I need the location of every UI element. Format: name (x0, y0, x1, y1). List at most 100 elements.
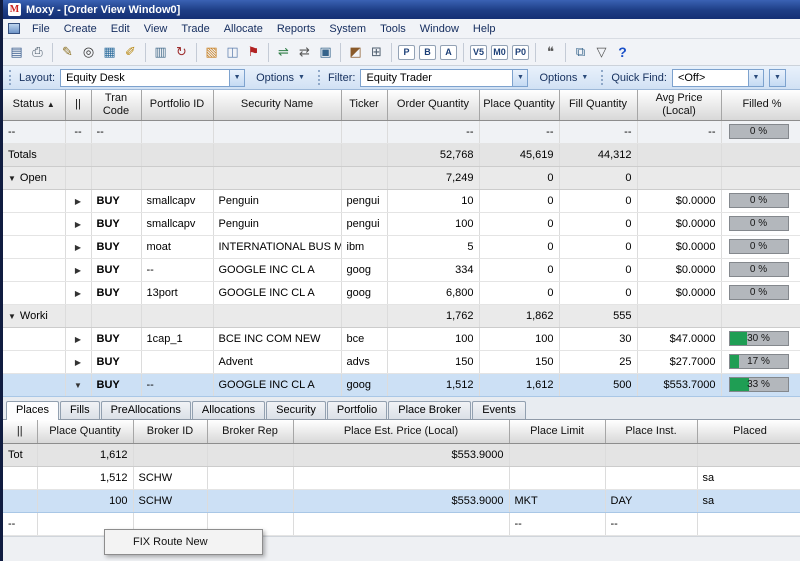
grip-handle[interactable] (601, 70, 604, 85)
save-icon[interactable]: ▤ (6, 42, 27, 63)
tab-preallocations[interactable]: PreAllocations (100, 400, 191, 419)
tab-place-broker[interactable]: Place Broker (388, 400, 472, 419)
m0-icon[interactable]: M0 (491, 44, 508, 60)
menu-window[interactable]: Window (413, 20, 466, 38)
monitor-icon[interactable]: ▣ (315, 42, 336, 63)
a-letter-icon[interactable]: A (440, 44, 457, 60)
order-row[interactable]: ▶ BUY 13port GOOGLE INC CL Agoog 6,800 0 0 $0.0… (3, 281, 800, 305)
chevron-down-icon[interactable]: ▼ (229, 69, 245, 86)
refresh-icon[interactable]: ↻ (171, 42, 192, 63)
places-col-broker-rep[interactable]: Broker Rep (207, 419, 294, 444)
group-row[interactable]: ▼ Worki 1,762 1,862 555 (3, 304, 800, 328)
flag-icon[interactable]: ⚑ (243, 42, 264, 63)
order-row[interactable]: ▼ BUY -- GOOGLE INC CL Agoog 1,512 1,612 500 $5… (3, 373, 800, 397)
orders-col-portfolio-id[interactable]: Portfolio ID (141, 90, 214, 121)
order-row[interactable]: ▶ BUY -- GOOGLE INC CL Agoog 334 0 0 $0.0000 0 % (3, 258, 800, 282)
print-icon[interactable]: ⎙ (27, 42, 48, 63)
comment-icon[interactable]: ❝ (540, 42, 561, 63)
expand-arrow-icon[interactable]: ▶ (75, 266, 81, 275)
places-col-place-limit[interactable]: Place Limit (509, 419, 606, 444)
tab-allocations[interactable]: Allocations (191, 400, 266, 419)
collapse-arrow-icon[interactable]: ▼ (74, 381, 82, 390)
orders-col-order-quantity[interactable]: Order Quantity (387, 90, 480, 121)
order-row[interactable]: ▶ BUY smallcapv Penguin pengui 10 0 0 $0.0000 0 % (3, 189, 800, 213)
orders-col-status[interactable]: Status ▲ (3, 90, 66, 121)
grip-handle[interactable] (317, 70, 321, 85)
places-col--[interactable]: || (3, 419, 38, 444)
context-menu-item-fix-route-new[interactable]: FIX Route New (105, 532, 262, 552)
place-row[interactable]: Tot 1,612 $553.9000 (3, 443, 800, 467)
tab-places[interactable]: Places (6, 400, 60, 420)
expand-arrow-icon[interactable]: ▶ (75, 243, 81, 252)
totals-row[interactable]: Totals 52,768 45,619 44,312 (3, 143, 800, 167)
chevron-down-icon[interactable]: ▼ (769, 69, 785, 86)
v5-icon[interactable]: V5 (470, 44, 487, 60)
quick-find-select[interactable]: <Off> ▼ (671, 68, 764, 87)
tab-portfolio[interactable]: Portfolio (326, 400, 388, 419)
layout-select[interactable]: Equity Desk ▼ (60, 68, 246, 87)
tab-events[interactable]: Events (472, 400, 526, 419)
order-row[interactable]: ▶ BUY Advent advs 150 150 25 $27.7000 17 % (3, 350, 800, 374)
p-letter-icon[interactable]: P (398, 44, 415, 60)
expand-arrow-icon[interactable]: ▶ (75, 197, 81, 206)
filter-icon[interactable]: ▽ (591, 42, 612, 63)
tab-fills[interactable]: Fills (60, 400, 100, 419)
find-icon[interactable]: ◎ (78, 42, 99, 63)
document-icon[interactable]: ▧ (201, 42, 222, 63)
menu-allocate[interactable]: Allocate (217, 20, 270, 38)
menu-edit[interactable]: Edit (104, 20, 137, 38)
filter-select[interactable]: Equity Trader ▼ (360, 68, 529, 87)
expand-arrow-icon[interactable]: ▶ (75, 335, 81, 344)
places-col-placed[interactable]: Placed (697, 419, 800, 444)
menu-trade[interactable]: Trade (174, 20, 216, 38)
worksheet-icon[interactable]: ▦ (99, 42, 120, 63)
orders-col-avg-price-local-[interactable]: Avg Price (Local) (637, 90, 722, 121)
orders-col-fill-quantity[interactable]: Fill Quantity (559, 90, 638, 121)
design-icon[interactable]: ✐ (120, 42, 141, 63)
orders-col-tran-code[interactable]: Tran Code (91, 90, 142, 121)
grip-handle[interactable] (9, 70, 12, 85)
collapse-arrow-icon[interactable]: ▼ (8, 174, 16, 183)
title-bar[interactable]: M Moxy - [Order View Window0] (3, 0, 800, 19)
toolbar-overflow-select[interactable]: ▼ (768, 68, 786, 87)
menu-tools[interactable]: Tools (373, 20, 413, 38)
orders-col-place-quantity[interactable]: Place Quantity (479, 90, 560, 121)
p0-icon[interactable]: P0 (512, 44, 529, 60)
menu-file[interactable]: File (25, 20, 57, 38)
order-row[interactable]: ▶ BUY 1cap_1 BCE INC COM NEW bce 100 100 30 $47.… (3, 327, 800, 351)
menu-view[interactable]: View (137, 20, 175, 38)
menu-reports[interactable]: Reports (270, 20, 323, 38)
place-row[interactable]: 100 SCHW $553.9000 MKT DAY sa (3, 489, 800, 513)
collapse-arrow-icon[interactable]: ▼ (8, 312, 16, 321)
places-col-place-inst-[interactable]: Place Inst. (605, 419, 698, 444)
orders-col--[interactable]: || (65, 90, 92, 121)
allocate-icon[interactable]: ⇌ (273, 42, 294, 63)
edit-icon[interactable]: ✎ (57, 42, 78, 63)
menu-create[interactable]: Create (57, 20, 104, 38)
orders-col-filled-[interactable]: Filled % (721, 90, 800, 121)
calculator-icon[interactable]: ⊞ (366, 42, 387, 63)
places-col-broker-id[interactable]: Broker ID (133, 419, 208, 444)
menu-help[interactable]: Help (466, 20, 503, 38)
expand-arrow-icon[interactable]: ▶ (75, 220, 81, 229)
report-window-icon[interactable]: ⧉ (570, 42, 591, 63)
places-col-place-quantity[interactable]: Place Quantity (37, 419, 134, 444)
child-window-icon[interactable] (8, 23, 20, 34)
filter-options-button[interactable]: Options ▼ (533, 70, 594, 86)
b-letter-icon[interactable]: B (419, 44, 436, 60)
places-col-place-est-price-local-[interactable]: Place Est. Price (Local) (293, 419, 510, 444)
expand-arrow-icon[interactable]: ▶ (75, 289, 81, 298)
help-icon[interactable]: ? (612, 42, 633, 63)
notebook-icon[interactable]: ◫ (222, 42, 243, 63)
tab-security[interactable]: Security (266, 400, 326, 419)
placeholder-row[interactable]: -- -- -- -- -- -- -- 0 % (3, 120, 800, 144)
transfer-icon[interactable]: ⇄ (294, 42, 315, 63)
orders-col-security-name[interactable]: Security Name (213, 90, 342, 121)
expand-arrow-icon[interactable]: ▶ (75, 358, 81, 367)
chart-icon[interactable]: ◩ (345, 42, 366, 63)
blotter-icon[interactable]: ▥ (150, 42, 171, 63)
menu-system[interactable]: System (322, 20, 373, 38)
orders-col-ticker[interactable]: Ticker (341, 90, 388, 121)
layout-options-button[interactable]: Options ▼ (250, 70, 311, 86)
place-row[interactable]: 1,512 SCHW sa (3, 466, 800, 490)
